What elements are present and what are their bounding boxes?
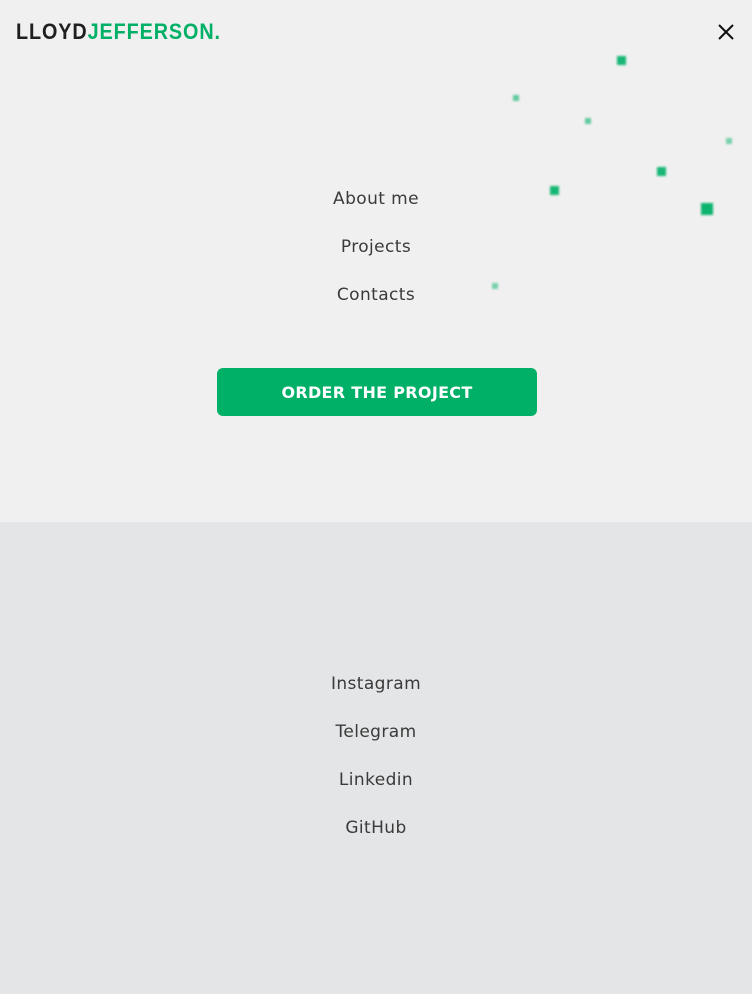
main-menu-panel: LLOYDJEFFERSON. About me Projects Contac…: [0, 0, 752, 522]
nav-link-about[interactable]: About me: [333, 180, 419, 228]
order-project-button[interactable]: ORDER THE PROJECT: [217, 368, 537, 416]
decorative-particle: [657, 167, 666, 176]
decorative-particle: [513, 95, 519, 101]
social-links: Instagram Telegram Linkedin GitHub: [0, 665, 752, 857]
social-link-instagram[interactable]: Instagram: [331, 665, 421, 713]
decorative-particle: [585, 118, 591, 124]
decorative-particle: [726, 138, 732, 144]
brand-first-name: LLOYD: [16, 19, 88, 44]
close-menu-button[interactable]: [712, 18, 740, 46]
social-link-github[interactable]: GitHub: [345, 809, 406, 857]
main-nav: About me Projects Contacts: [0, 180, 752, 324]
nav-link-projects[interactable]: Projects: [341, 228, 411, 276]
social-link-linkedin[interactable]: Linkedin: [339, 761, 413, 809]
menu-page: LLOYDJEFFERSON. About me Projects Contac…: [0, 0, 752, 994]
brand-logo[interactable]: LLOYDJEFFERSON.: [16, 18, 221, 46]
social-link-telegram[interactable]: Telegram: [335, 713, 416, 761]
decorative-particle: [617, 56, 626, 65]
close-icon: [718, 24, 734, 40]
brand-last-name: JEFFERSON.: [87, 19, 221, 44]
nav-link-contacts[interactable]: Contacts: [337, 276, 415, 324]
